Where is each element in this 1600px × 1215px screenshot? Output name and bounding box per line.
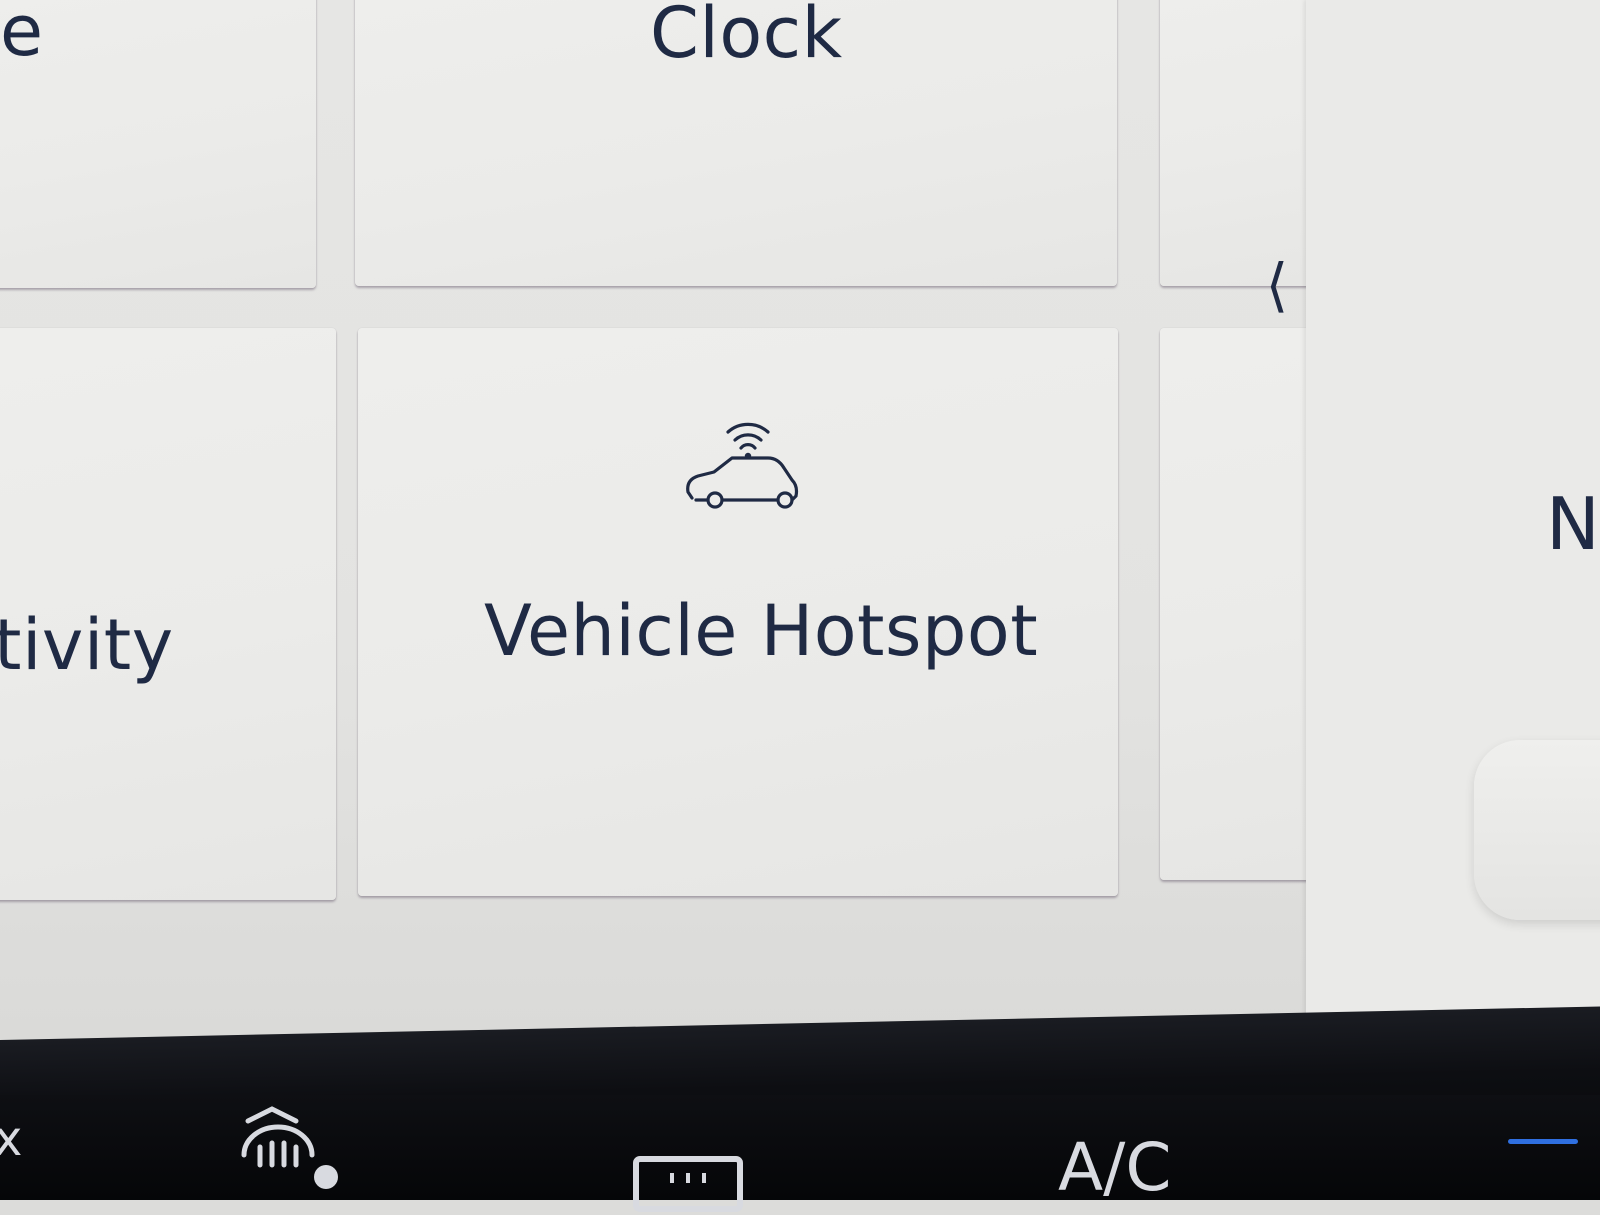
tile-label: le: [0, 0, 44, 72]
ac-button[interactable]: A/C: [1058, 1129, 1171, 1206]
tile-label: Vehicle Hotspot: [484, 590, 1039, 672]
slider-indicator-icon: [1508, 1139, 1578, 1144]
tile-bottom-right-partial[interactable]: [1160, 328, 1330, 880]
side-panel-text: No: [1546, 482, 1600, 566]
defrost-rear-icon[interactable]: [238, 1103, 348, 1193]
tile-label: tivity: [0, 604, 174, 686]
tile-top-right-partial[interactable]: [1160, 0, 1330, 286]
side-panel-button[interactable]: [1474, 740, 1600, 920]
car-wifi-icon: [686, 422, 799, 509]
climate-partial-label[interactable]: x: [0, 1111, 22, 1167]
tile-label: Clock: [650, 0, 843, 74]
chevron-left-icon[interactable]: ⟨: [1262, 250, 1292, 320]
climate-bar: x A/C: [0, 1095, 1600, 1212]
tile-connectivity-partial[interactable]: tivity: [0, 328, 336, 900]
tile-vehicle-hotspot[interactable]: Vehicle Hotspot: [358, 328, 1118, 896]
rear-window-icon[interactable]: [632, 1155, 744, 1215]
tile-clock[interactable]: Clock: [355, 0, 1117, 286]
side-panel: No: [1306, 0, 1600, 1045]
settings-screen: le Clock tivity Vehicle Hotspot ⟨ No: [0, 0, 1600, 1085]
tile-top-left-partial[interactable]: le: [0, 0, 316, 288]
